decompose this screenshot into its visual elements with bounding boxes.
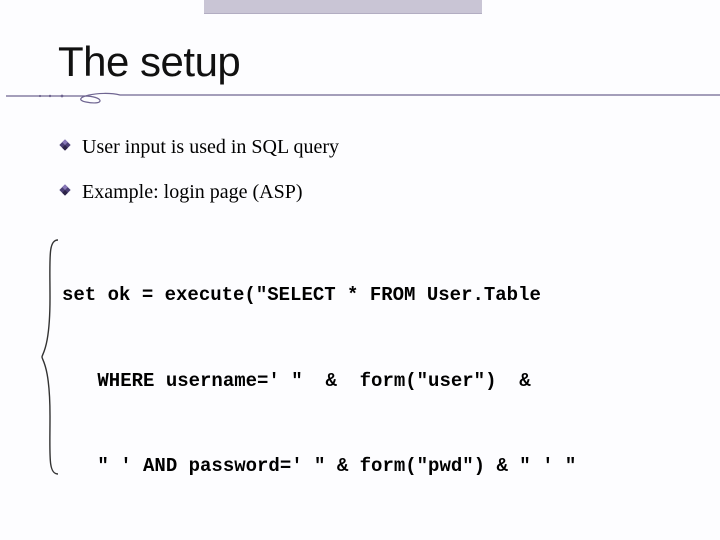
diamond-icon xyxy=(58,138,72,152)
code-block-1: set ok = execute("SELECT * FROM User.Tab… xyxy=(62,224,670,540)
code-line: WHERE username=' " & form("user") & xyxy=(62,367,670,396)
header-texture xyxy=(204,0,482,14)
slide-body: The setup User input is used in SQL quer… xyxy=(0,0,720,540)
code-line: " ' AND password=' " & form("pwd") & " '… xyxy=(62,452,670,481)
bullet-text: Example: login page (ASP) xyxy=(82,181,303,203)
bullet-text: User input is used in SQL query xyxy=(82,136,339,158)
title-area: The setup xyxy=(58,24,670,104)
code-line: set ok = execute("SELECT * FROM User.Tab… xyxy=(62,281,670,310)
page-title: The setup xyxy=(58,38,670,86)
bullet-item: Example: login page (ASP) xyxy=(58,179,670,206)
bullet-list: User input is used in SQL query Example:… xyxy=(58,134,670,206)
diamond-icon xyxy=(58,183,72,197)
bullet-item: User input is used in SQL query xyxy=(58,134,670,161)
